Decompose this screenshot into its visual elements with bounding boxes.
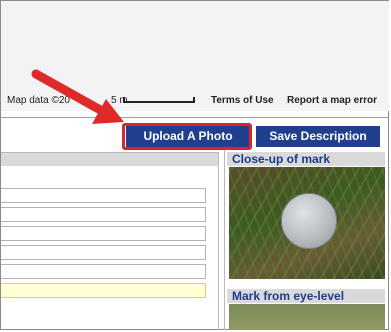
terms-of-use-link[interactable]: Terms of Use	[211, 95, 274, 106]
description-field-1[interactable]	[1, 188, 206, 203]
save-description-button[interactable]: Save Description	[256, 126, 380, 147]
closeup-title: Close-up of mark	[227, 152, 385, 166]
eye-level-photo[interactable]	[229, 304, 385, 330]
eye-level-title: Mark from eye-level	[227, 289, 385, 303]
description-field-5[interactable]	[1, 264, 206, 279]
upload-button-highlight	[122, 123, 252, 150]
map-scale-bar	[123, 97, 195, 103]
description-form	[1, 166, 219, 330]
description-field-4[interactable]	[1, 245, 206, 260]
description-field-2[interactable]	[1, 207, 206, 222]
report-map-error-link[interactable]: Report a map error	[287, 95, 377, 106]
arrow-shaft	[31, 69, 109, 117]
description-field-highlighted[interactable]	[1, 283, 206, 298]
survey-mark-disk	[281, 193, 337, 249]
description-panel-header	[1, 152, 219, 166]
photo-panel: Close-up of mark Mark from eye-level	[224, 150, 386, 330]
description-field-3[interactable]	[1, 226, 206, 241]
red-arrow-annotation	[31, 69, 124, 124]
closeup-photo[interactable]	[229, 167, 385, 279]
